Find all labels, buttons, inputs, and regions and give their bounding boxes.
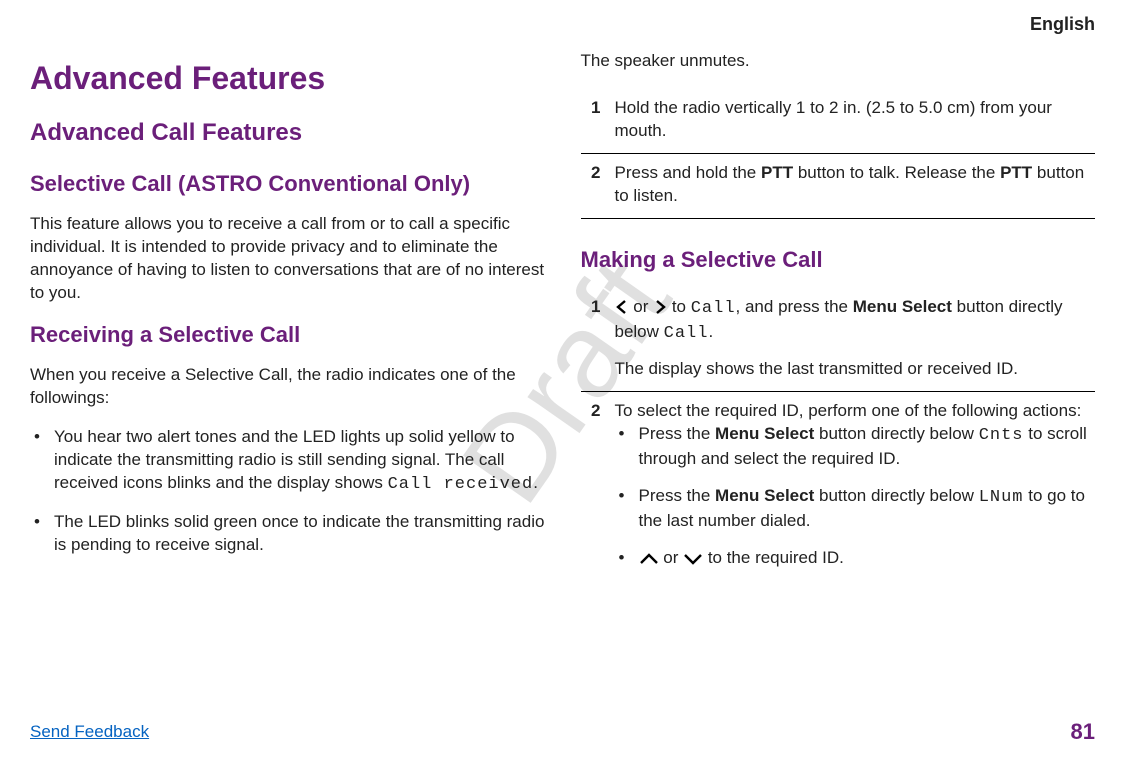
list-item: Press the Menu Select button directly be… bbox=[615, 423, 1096, 471]
step-list: 1 Hold the radio vertically 1 to 2 in. (… bbox=[581, 89, 1096, 219]
step-text: button to talk. Release the bbox=[798, 163, 1000, 182]
bold-text: PTT bbox=[761, 163, 793, 182]
step-body: To select the required ID, perform one o… bbox=[615, 400, 1096, 584]
step-subtext: The display shows the last transmitted o… bbox=[615, 358, 1096, 381]
divider bbox=[581, 218, 1096, 219]
step-text: . bbox=[708, 322, 713, 341]
step-body: or to Call, and press the Menu Select bu… bbox=[615, 296, 1096, 381]
subsection-heading: Making a Selective Call bbox=[581, 245, 1096, 275]
bullet-list: Press the Menu Select button directly be… bbox=[615, 423, 1096, 570]
bold-text: Menu Select bbox=[715, 486, 814, 505]
list-item: The LED blinks solid green once to indic… bbox=[30, 511, 545, 557]
list-text: Press the bbox=[639, 486, 716, 505]
page-title: Advanced Features bbox=[30, 60, 545, 97]
bullet-list: You hear two alert tones and the LED lig… bbox=[30, 426, 545, 557]
step-number: 2 bbox=[581, 162, 601, 208]
step-item: 1 or to Call, and press the Menu Select … bbox=[581, 288, 1096, 391]
display-text: Cnts bbox=[979, 426, 1024, 445]
display-text: Call bbox=[691, 299, 736, 318]
display-text: Call bbox=[664, 324, 709, 343]
step-text: to bbox=[672, 297, 691, 316]
list-text: button directly below bbox=[819, 424, 979, 443]
bold-text: PTT bbox=[1000, 163, 1032, 182]
page-number: 81 bbox=[1071, 719, 1095, 745]
right-column: The speaker unmutes. 1 Hold the radio ve… bbox=[581, 50, 1096, 701]
body-text: This feature allows you to receive a cal… bbox=[30, 213, 545, 305]
list-text: . bbox=[533, 473, 538, 492]
body-text: When you receive a Selective Call, the r… bbox=[30, 364, 545, 410]
down-arrow-icon bbox=[683, 553, 703, 565]
step-number: 1 bbox=[581, 97, 601, 143]
list-item: You hear two alert tones and the LED lig… bbox=[30, 426, 545, 497]
display-text: LNum bbox=[979, 488, 1024, 507]
language-label: English bbox=[1030, 14, 1095, 35]
right-arrow-icon bbox=[653, 300, 667, 314]
step-text: or bbox=[633, 297, 653, 316]
step-number: 1 bbox=[581, 296, 601, 381]
step-item: 2 To select the required ID, perform one… bbox=[581, 392, 1096, 594]
display-text: Call received bbox=[388, 475, 534, 494]
step-list: 1 or to Call, and press the Menu Select … bbox=[581, 288, 1096, 593]
list-text: to the required ID. bbox=[708, 548, 844, 567]
step-item: 2 Press and hold the PTT button to talk.… bbox=[581, 154, 1096, 218]
step-number: 2 bbox=[581, 400, 601, 584]
up-arrow-icon bbox=[639, 553, 659, 565]
section-heading: Advanced Call Features bbox=[30, 119, 545, 147]
list-text: or bbox=[663, 548, 683, 567]
subsection-heading: Receiving a Selective Call bbox=[30, 320, 545, 350]
step-text: Press and hold the bbox=[615, 163, 761, 182]
page-footer: Send Feedback 81 bbox=[30, 719, 1095, 745]
step-body: Press and hold the PTT button to talk. R… bbox=[615, 162, 1096, 208]
bold-text: Menu Select bbox=[715, 424, 814, 443]
left-column: Advanced Features Advanced Call Features… bbox=[30, 50, 545, 701]
list-item: or to the required ID. bbox=[615, 547, 1096, 570]
step-text: , and press the bbox=[736, 297, 853, 316]
send-feedback-link[interactable]: Send Feedback bbox=[30, 722, 149, 742]
list-text: Press the bbox=[639, 424, 716, 443]
left-arrow-icon bbox=[615, 300, 629, 314]
list-item: Press the Menu Select button directly be… bbox=[615, 485, 1096, 533]
body-text: The speaker unmutes. bbox=[581, 50, 1096, 73]
step-body: Hold the radio vertically 1 to 2 in. (2.… bbox=[615, 97, 1096, 143]
list-text: button directly below bbox=[819, 486, 979, 505]
content-columns: Advanced Features Advanced Call Features… bbox=[30, 50, 1095, 701]
step-item: 1 Hold the radio vertically 1 to 2 in. (… bbox=[581, 89, 1096, 153]
bold-text: Menu Select bbox=[853, 297, 952, 316]
subsection-heading: Selective Call (ASTRO Conventional Only) bbox=[30, 169, 545, 199]
page: Draft English Advanced Features Advanced… bbox=[0, 0, 1131, 761]
step-text: To select the required ID, perform one o… bbox=[615, 401, 1082, 420]
